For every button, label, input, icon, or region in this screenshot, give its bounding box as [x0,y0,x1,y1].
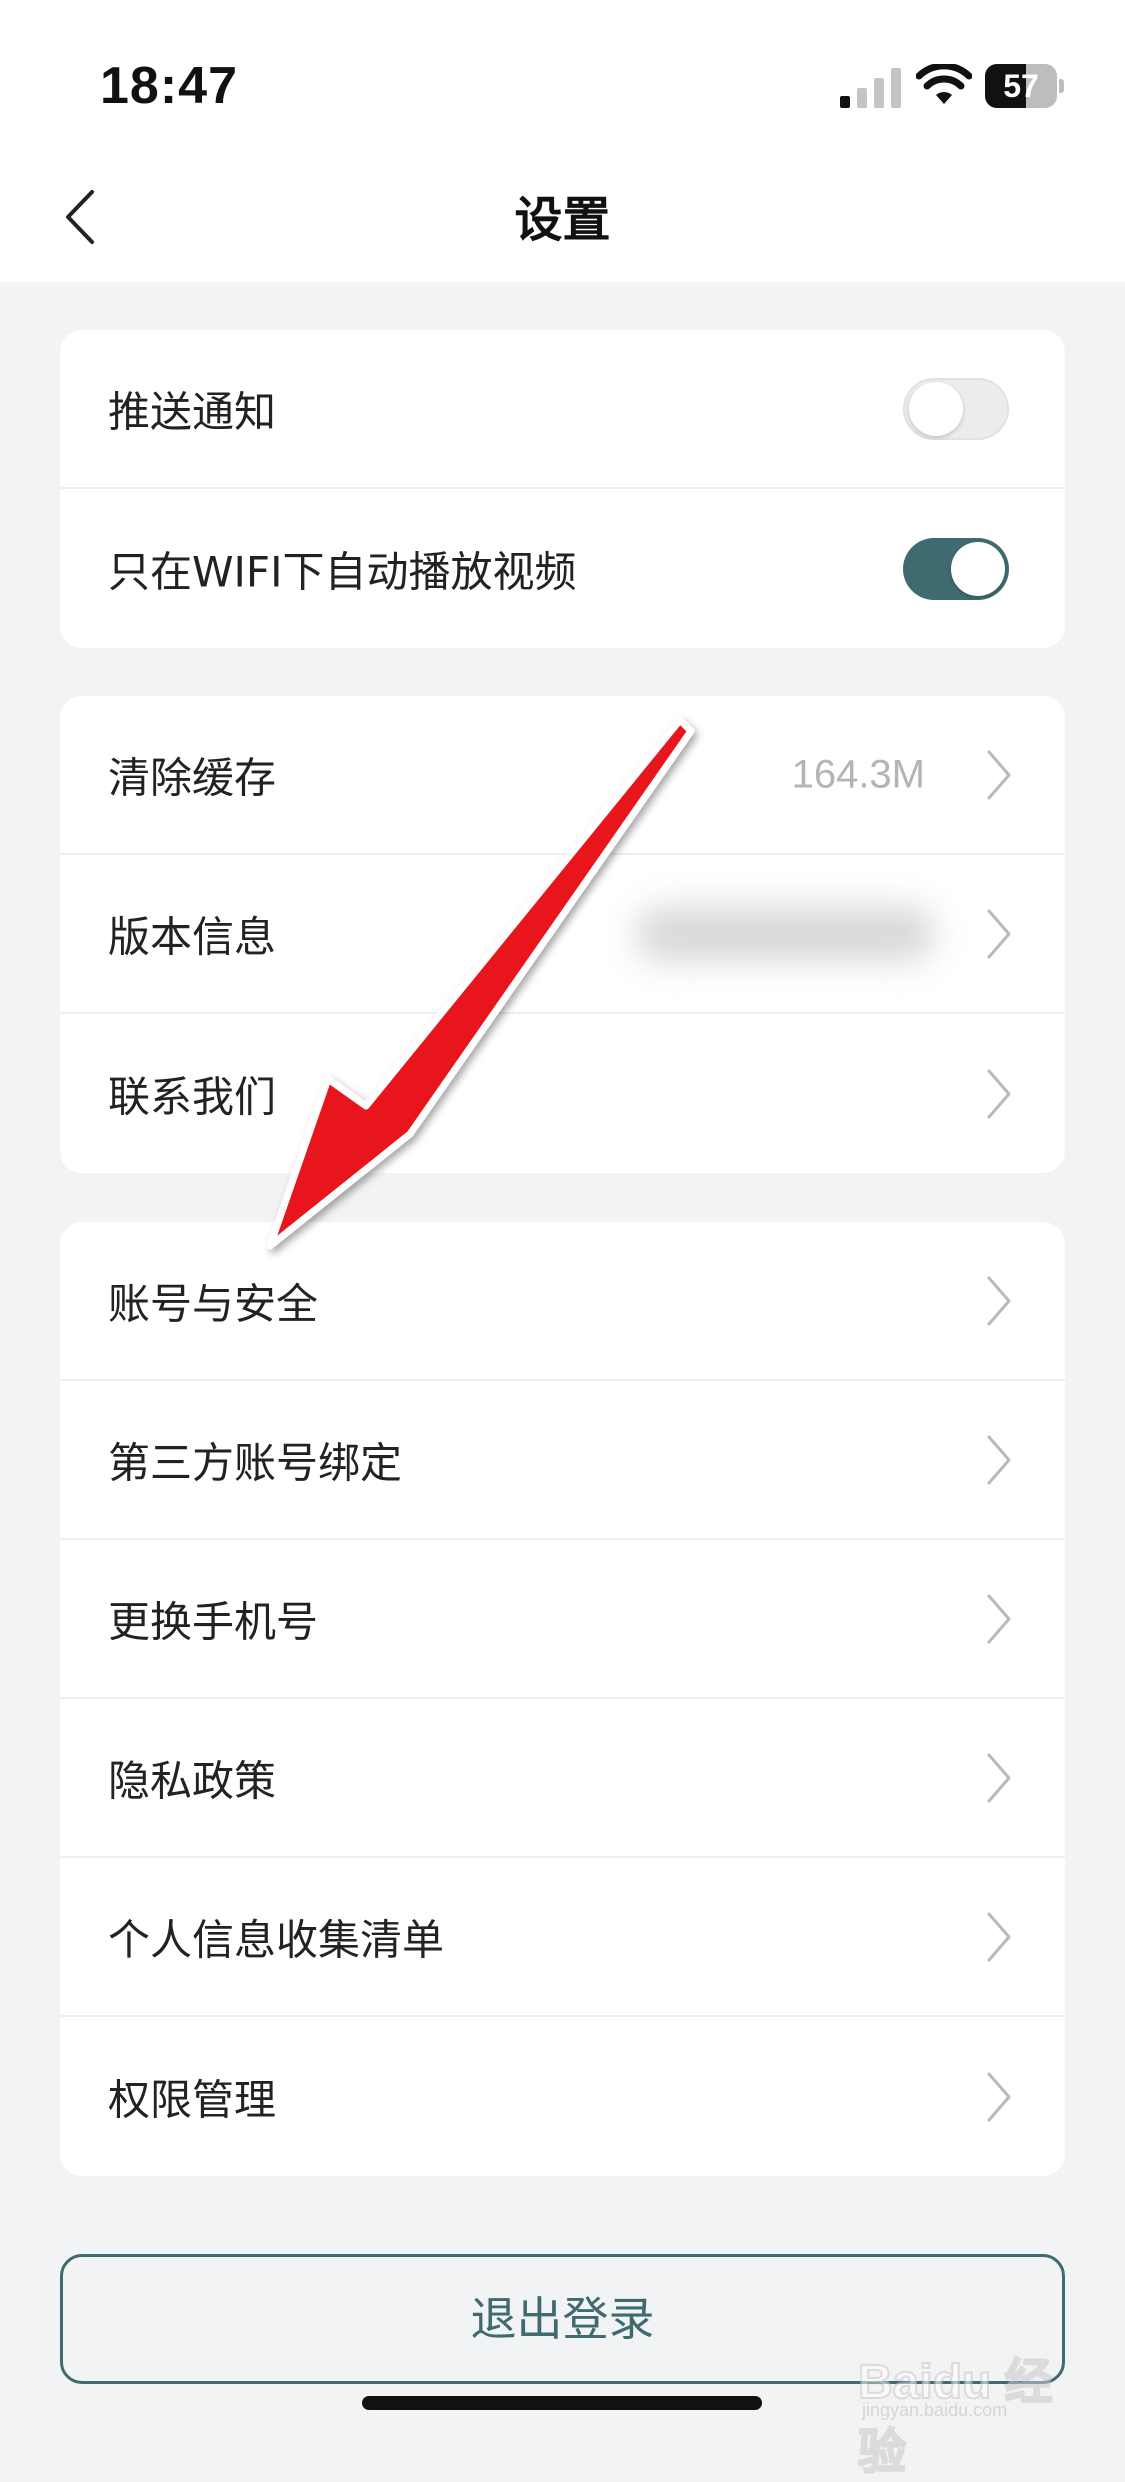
account-security-label: 账号与安全 [108,1279,319,1328]
push-notification-label: 推送通知 [108,387,277,436]
chevron-right-icon [987,1069,1011,1118]
account-security-row[interactable]: 账号与安全 [60,1222,1065,1381]
third-party-binding-row[interactable]: 第三方账号绑定 [60,1381,1065,1540]
privacy-policy-label: 隐私政策 [108,1756,277,1805]
battery-icon: 57 [985,64,1065,108]
chevron-right-icon [987,750,1011,799]
chevron-right-icon [987,909,1011,958]
wifi-autoplay-label: 只在WIFI下自动播放视频 [108,547,577,596]
chevron-right-icon [987,1435,1011,1484]
chevron-right-icon [987,1753,1011,1802]
status-bar: 18:47 57 [0,0,1125,160]
page-title: 设置 [514,192,611,248]
permission-management-row[interactable]: 权限管理 [60,2017,1065,2176]
watermark-sub: jingyan.baidu.com [862,2400,1008,2420]
change-phone-label: 更换手机号 [108,1597,319,1646]
battery-level: 57 [1003,68,1039,104]
clear-cache-row[interactable]: 清除缓存 164.3M [60,696,1065,855]
permission-management-label: 权限管理 [108,2075,277,2124]
chevron-right-icon [987,2072,1011,2121]
wifi-autoplay-row: 只在WIFI下自动播放视频 [60,489,1065,648]
push-notification-toggle[interactable] [903,377,1009,440]
status-time: 18:47 [100,57,238,115]
chevron-right-icon [987,1276,1011,1325]
chevron-right-icon [987,1912,1011,1961]
third-party-binding-label: 第三方账号绑定 [108,1438,403,1487]
wifi-icon [916,64,972,104]
version-value-blurred [635,905,935,962]
account-settings-card: 账号与安全 第三方账号绑定 更换手机号 隐私政策 个人信息收集清单 权限管理 [60,1222,1065,2176]
personal-info-list-row[interactable]: 个人信息收集清单 [60,1858,1065,2017]
wifi-autoplay-toggle[interactable] [903,537,1009,600]
version-info-label: 版本信息 [108,912,277,961]
notification-settings-card: 推送通知 只在WIFI下自动播放视频 [60,330,1065,648]
cache-size-value: 164.3M [791,752,925,796]
change-phone-row[interactable]: 更换手机号 [60,1540,1065,1699]
nav-bar: 设置 [0,160,1125,282]
app-info-card: 清除缓存 164.3M 版本信息 联系我们 [60,696,1065,1173]
home-indicator [362,2396,762,2410]
cellular-signal-icon [840,68,901,108]
version-info-row[interactable]: 版本信息 [60,855,1065,1014]
privacy-policy-row[interactable]: 隐私政策 [60,1699,1065,1858]
contact-us-label: 联系我们 [108,1072,277,1121]
clear-cache-label: 清除缓存 [108,753,277,802]
baidu-watermark: Baidu 经验 jingyan.baidu.com [857,2320,1098,2480]
push-notification-row: 推送通知 [60,330,1065,489]
personal-info-list-label: 个人信息收集清单 [108,1915,445,1964]
chevron-right-icon [987,1594,1011,1643]
contact-us-row[interactable]: 联系我们 [60,1014,1065,1173]
